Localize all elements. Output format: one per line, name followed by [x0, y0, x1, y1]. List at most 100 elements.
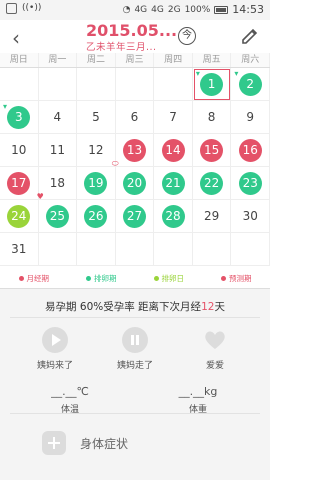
calendar-day[interactable]: 23	[231, 167, 270, 200]
calendar-day[interactable]: 17	[0, 167, 39, 200]
day-number: 8	[207, 110, 216, 124]
wifi-signal-icon: ((•))	[22, 3, 42, 13]
calendar-day[interactable]: 15	[192, 134, 232, 167]
calendar-day[interactable]: 14	[154, 134, 193, 167]
calendar-day[interactable]: 12	[77, 134, 116, 167]
love-button[interactable]: 爱爱	[175, 327, 255, 371]
calendar-day[interactable]: 18	[38, 167, 78, 200]
battery-percent: 100%	[184, 4, 211, 15]
back-button[interactable]: ‹	[12, 26, 20, 50]
record-panel: 易孕期 60%受孕率 距离下次月经12天 姨妈来了 姨妈走了 爱爱 __.__℃…	[0, 288, 270, 480]
pause-icon	[122, 327, 148, 353]
day-number: 9	[246, 110, 255, 124]
period-end-button[interactable]: 姨妈走了	[95, 327, 175, 371]
day-number: 29	[203, 209, 220, 223]
legend-label: 月经期	[26, 273, 50, 283]
calendar-day	[115, 233, 155, 266]
calendar-day[interactable]: 19	[77, 167, 116, 200]
lunar-subtitle: 乙未羊年三月...	[86, 42, 157, 53]
calendar-day	[115, 68, 155, 101]
day-number: 17	[7, 171, 31, 195]
day-number: 14	[161, 138, 185, 162]
love-label: 爱爱	[205, 361, 224, 371]
calendar-day[interactable]: 22	[192, 167, 232, 200]
day-number: 23	[238, 171, 262, 195]
calendar-day[interactable]: 10	[0, 134, 39, 167]
calendar-day[interactable]: 7	[154, 101, 193, 134]
note-marker-icon: ▾	[195, 69, 200, 78]
heart-marker-icon: ♥	[36, 192, 44, 201]
legend-item: 排卵期	[86, 270, 117, 286]
period-start-button[interactable]: 姨妈来了	[15, 327, 95, 371]
legend-swatch	[86, 275, 91, 281]
weekday-label: 周四	[154, 53, 193, 67]
legend-label: 排卵期	[94, 273, 117, 283]
day-number: 31	[11, 242, 27, 256]
weekday-label: 周六	[231, 53, 271, 67]
day-number: 15	[200, 138, 224, 162]
calendar-day	[77, 68, 116, 101]
day-number: 2	[238, 72, 262, 96]
calendar-day[interactable]: 6	[115, 101, 155, 134]
calendar-day[interactable]: 20	[115, 167, 155, 200]
calendar-day	[38, 233, 78, 266]
day-number: 21	[161, 171, 185, 195]
symptom-button[interactable]: 身体症状	[42, 431, 128, 455]
calendar-day[interactable]: 29	[192, 200, 232, 233]
day-number: 12	[88, 143, 104, 157]
calendar-day[interactable]: 21	[154, 167, 193, 200]
battery-icon	[214, 5, 229, 14]
legend-label: 预测期	[229, 273, 252, 283]
legend: 月经期 排卵期 排卵日 预测期	[0, 270, 270, 286]
legend-item: 排卵日	[153, 270, 184, 286]
calendar-day[interactable]: 31	[0, 233, 39, 266]
calendar-grid: 1 2 3 4 5 6 7 8 9 10 11 12 13 14 15 16 17 18 19 20 21 22 23 24 2…	[0, 68, 270, 268]
calendar-day[interactable]: 4	[38, 101, 78, 134]
play-icon	[42, 327, 68, 353]
month-title[interactable]: 2015.05...	[86, 21, 177, 40]
calendar-day[interactable]: 11	[38, 134, 78, 167]
calendar-day[interactable]: 16	[231, 134, 270, 167]
day-number: 1	[200, 72, 224, 96]
day-number: 16	[238, 138, 262, 162]
day-number: 26	[84, 204, 108, 228]
today-button[interactable]: 今	[178, 27, 196, 45]
legend-item: 预测期	[221, 270, 252, 286]
legend-swatch	[221, 275, 226, 281]
pill-marker-icon: ⬭	[111, 159, 119, 168]
calendar-day[interactable]: 13	[115, 134, 155, 167]
clock: 14:53	[232, 3, 264, 16]
cycle-info-prefix: 易孕期 60%受孕率 距离下次月经	[45, 301, 202, 313]
calendar-day[interactable]: 28	[154, 200, 193, 233]
day-number: 27	[122, 204, 146, 228]
calendar-day[interactable]: 24	[0, 200, 39, 233]
calendar-day[interactable]: 9	[231, 101, 270, 134]
weight-field[interactable]: __.__kg 体重	[148, 385, 248, 415]
legend-swatch	[153, 275, 159, 281]
period-end-label: 姨妈走了	[116, 361, 153, 371]
weekday-label: 周一	[39, 53, 78, 67]
day-number: 11	[49, 143, 65, 157]
divider	[10, 413, 260, 414]
calendar-day[interactable]: 30	[231, 200, 270, 233]
calendar-day[interactable]: 25	[38, 200, 78, 233]
app-header: ‹ 2015.05... 乙未羊年三月... 今	[0, 20, 270, 53]
day-number: 18	[49, 176, 65, 190]
calendar-day[interactable]: 26	[77, 200, 116, 233]
calendar-day	[192, 233, 232, 266]
temperature-field[interactable]: __.__℃ 体温	[20, 385, 120, 415]
calendar-day[interactable]: 5	[77, 101, 116, 134]
edit-icon[interactable]	[240, 25, 260, 45]
weekday-label: 周日	[0, 53, 39, 67]
day-number: 4	[53, 110, 62, 124]
calendar-day	[154, 233, 193, 266]
calendar-day	[77, 233, 116, 266]
calendar-day[interactable]: 27	[115, 200, 155, 233]
day-number: 10	[11, 143, 27, 157]
calendar-day[interactable]: 8	[192, 101, 232, 134]
divider	[10, 317, 260, 318]
notification-icon	[6, 3, 17, 14]
cycle-info-suffix: 天	[214, 301, 225, 313]
network-b: 4G	[151, 4, 164, 15]
day-number: 13	[122, 138, 146, 162]
